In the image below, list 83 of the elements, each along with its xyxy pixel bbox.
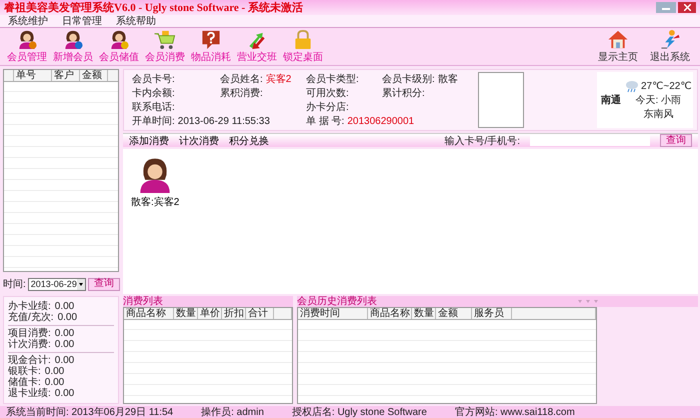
field-label: 单 据 号: — [306, 116, 344, 126]
pane-title: 消费列表 — [123, 296, 163, 307]
field-label: 可用次数: — [306, 88, 349, 98]
city-name: 南通 — [601, 94, 621, 107]
pane-title: 会员历史消费列表 — [297, 296, 377, 307]
splitter-grip-icon — [578, 300, 598, 304]
photo-placeholder — [478, 72, 524, 128]
toolbar-button[interactable]: 锁定桌面 — [282, 29, 324, 64]
field-label: 累计积分: — [382, 88, 425, 98]
field-label: 会员卡类型: — [306, 74, 359, 84]
status-text: 系统当前时间: 2013年06月29日 11:54 — [6, 406, 174, 418]
tab[interactable]: 积分兑换 — [229, 134, 269, 148]
menu-item[interactable]: 系统帮助 — [116, 14, 156, 28]
column-header: 折扣 — [222, 308, 246, 319]
running-figure-icon — [659, 29, 681, 50]
column-header: 单价 — [198, 308, 222, 319]
stat-value: 0.00 — [54, 328, 74, 339]
date-field[interactable]: 2013-06-29 — [28, 278, 86, 290]
field-label: 开单时间: — [132, 116, 175, 126]
field-label: 会员姓名: — [220, 74, 263, 84]
stat-label: 储值卡: — [8, 377, 41, 388]
toolbar-button[interactable]: 物品消耗 — [190, 29, 232, 64]
rain-cloud-icon — [625, 79, 639, 93]
close-icon — [684, 4, 690, 11]
search-field[interactable] — [530, 135, 650, 146]
menu-item[interactable]: 系统维护 — [8, 14, 48, 28]
stat-label: 现金合计: — [8, 355, 51, 366]
stat-value: 0.00 — [58, 312, 78, 323]
close-button[interactable] — [678, 2, 696, 13]
toolbar-button[interactable]: 会员管理 — [6, 29, 48, 64]
window-title: 睿祖美容美发管理系统V6.0 - Ugly stone Software - 系统未激活 — [4, 0, 303, 15]
field-label: 输入卡号/手机号: — [444, 134, 520, 148]
stat-value: 0.00 — [54, 301, 74, 312]
toolbar-button[interactable]: 显示主页 — [594, 29, 642, 64]
customer-item[interactable]: 散客:宾客2 — [131, 155, 180, 209]
house-icon — [607, 29, 629, 50]
stat-label: 退卡业绩: — [8, 388, 51, 399]
column-header: 服务员 — [472, 308, 512, 319]
query-button[interactable]: 查询 — [88, 278, 120, 290]
toolbar-button[interactable]: 会员消费 — [144, 29, 186, 64]
toolbar-button[interactable]: 新增会员 — [52, 29, 94, 64]
field-label: 时间: — [3, 278, 26, 291]
stat-label: 充值/充次: — [8, 312, 54, 323]
column-header: 消费时间 — [298, 308, 368, 319]
question-icon — [200, 29, 222, 50]
column-header: 单号 — [14, 70, 52, 81]
field-label: 联系电话: — [132, 102, 175, 112]
stat-value: 0.00 — [44, 377, 64, 388]
stat-label: 项目消费: — [8, 328, 51, 339]
stat-label: 办卡业绩: — [8, 301, 51, 312]
column-header: 数量 — [412, 308, 436, 319]
field-label: 累积消费: — [220, 88, 263, 98]
column-header: 数量 — [174, 308, 198, 319]
menu-item[interactable]: 日常管理 — [62, 14, 102, 28]
status-text: 操作员: admin — [201, 406, 264, 418]
toolbar-button[interactable]: 退出系统 — [646, 29, 694, 64]
stat-value: 0.00 — [54, 339, 74, 350]
field-value: 宾客2 — [266, 74, 292, 84]
column-header: 合计 — [246, 308, 274, 319]
toolbar-button[interactable]: 营业交班 — [236, 29, 278, 64]
field-value: 散客 — [438, 74, 458, 84]
cart-icon — [153, 29, 177, 50]
minimize-icon — [662, 6, 670, 10]
tab[interactable]: 计次消费 — [179, 134, 219, 148]
field-label: 办卡分店: — [306, 102, 349, 112]
field-label: 会员卡号: — [132, 74, 175, 84]
temperature: 27℃~22℃ — [641, 80, 692, 92]
weather-today: 今天: 小雨 — [635, 94, 682, 107]
stat-value: 0.00 — [44, 366, 64, 377]
toolbar-button[interactable]: 会员储值 — [98, 29, 140, 64]
stat-label: 银联卡: — [8, 366, 41, 377]
query-button[interactable]: 查询 — [660, 134, 692, 147]
field-label: 会员卡级别: — [382, 74, 435, 84]
field-value: 2013-06-29 11:55:33 — [178, 116, 270, 126]
tab[interactable]: 添加消费 — [129, 134, 169, 148]
stat-value: 0.00 — [54, 355, 74, 366]
field-value: 201306290001 — [347, 116, 414, 126]
stat-label: 计次消费: — [8, 339, 51, 350]
field-label: 卡内余额: — [132, 88, 175, 98]
status-text: 官方网站: www.sai118.com — [454, 406, 575, 418]
stat-value: 0.00 — [54, 388, 74, 399]
status-text: 授权店名: Ugly stone Software — [292, 406, 427, 418]
wind: 东南风 — [643, 108, 674, 121]
